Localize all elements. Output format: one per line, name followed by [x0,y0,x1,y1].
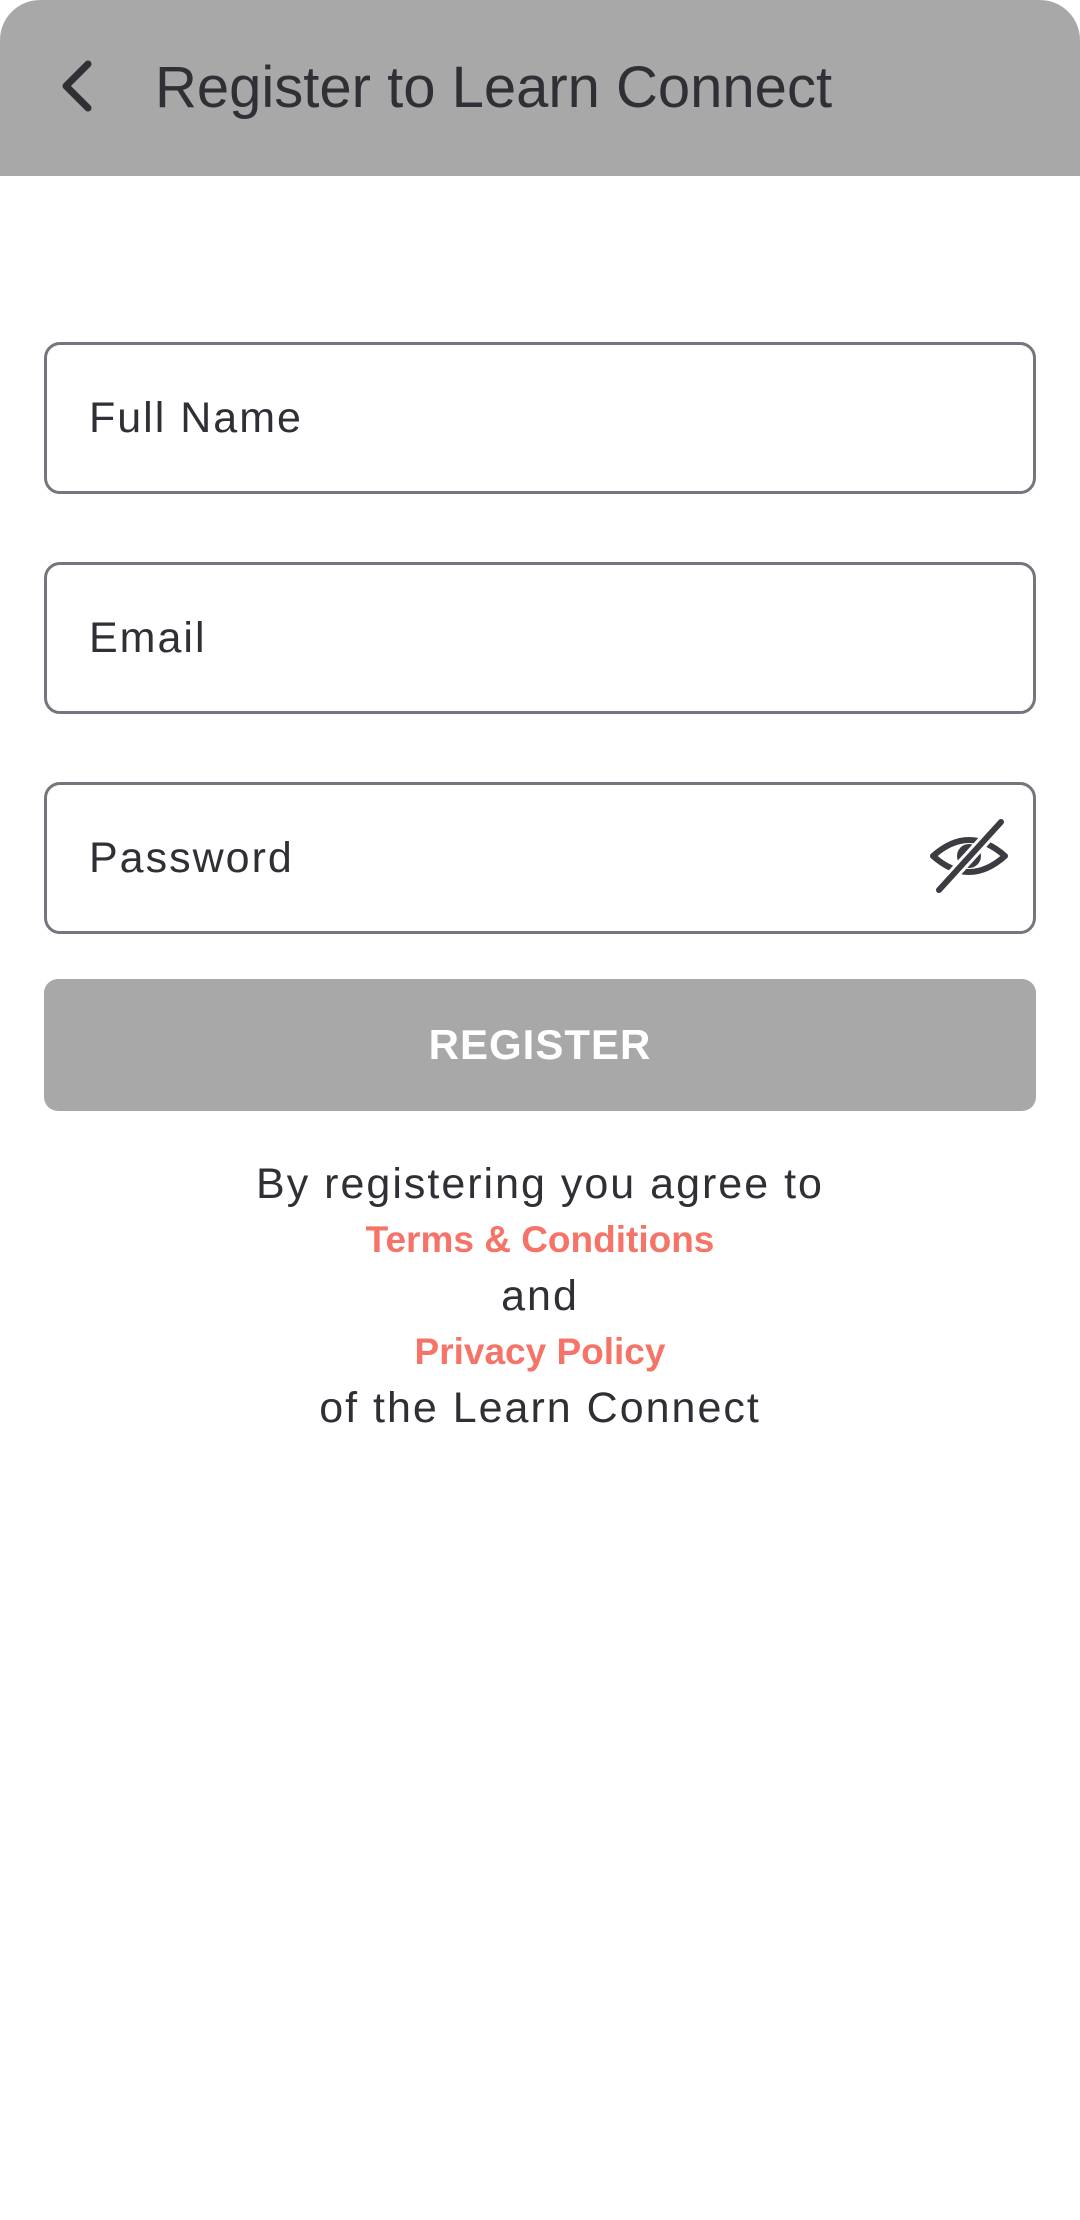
email-input[interactable] [89,565,949,711]
register-button[interactable]: REGISTER [44,979,1036,1111]
agreement-line-intro: By registering you agree to [256,1160,824,1208]
full-name-input[interactable] [89,345,949,491]
terms-conditions-link[interactable]: Terms & Conditions [0,1212,1080,1268]
password-field[interactable] [44,782,1036,934]
full-name-field[interactable] [44,342,1036,494]
back-button[interactable] [30,40,126,136]
password-input[interactable] [89,785,889,931]
privacy-policy-link[interactable]: Privacy Policy [0,1324,1080,1380]
agreement-line-and: and [501,1272,579,1320]
agreement-line-end: of the Learn Connect [319,1384,761,1432]
page-title: Register to Learn Connect [155,55,833,120]
email-field[interactable] [44,562,1036,714]
eye-off-icon [927,815,1011,901]
agreement-text: By registering you agree to Terms & Cond… [0,1156,1080,1436]
app-bar: Register to Learn Connect [0,0,1080,176]
password-visibility-toggle[interactable] [927,815,1011,901]
chevron-left-icon [54,58,102,119]
